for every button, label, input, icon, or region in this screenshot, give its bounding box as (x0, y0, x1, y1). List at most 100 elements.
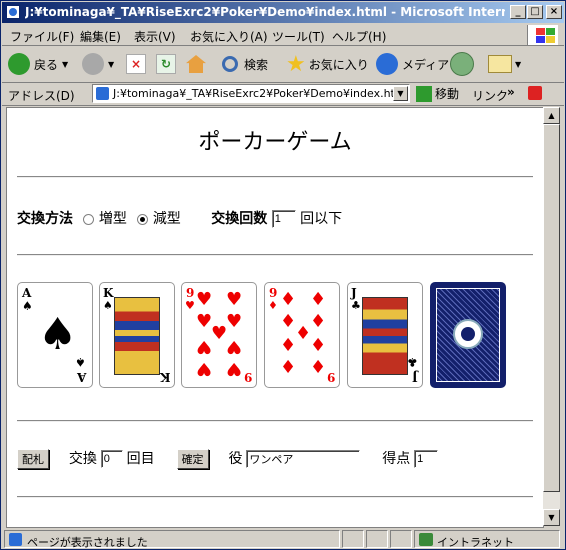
menu-help[interactable]: ヘルプ(H) (332, 28, 386, 45)
scroll-up-icon[interactable]: ▲ (543, 107, 560, 124)
card-rank: J (412, 370, 418, 384)
maximize-button[interactable]: □ (527, 5, 543, 19)
club-icon: ♣ (407, 355, 418, 369)
back-arrow-icon (8, 53, 30, 75)
card-3[interactable]: 9 ♥ ♥ ♥ ♥ ♥ ♥ ♥ ♥ ♥ ♥ 9 (181, 282, 257, 388)
exchange-label: 交換 (68, 450, 97, 466)
status-bar: ページが表示されました イントラネット (2, 528, 564, 550)
intranet-icon (419, 533, 433, 546)
home-button[interactable] (186, 50, 206, 78)
menu-favorites[interactable]: お気に入り(A) (190, 28, 268, 45)
spade-icon: ♠ (38, 309, 78, 360)
card-rank: 9 (326, 370, 335, 384)
card-6-back[interactable] (430, 282, 506, 388)
menu-bar: ファイル(F) 編集(E) 表示(V) お気に入り(A) ツール(T) ヘルプ(… (2, 24, 564, 46)
window-title: J:¥tominaga¥_TA¥RiseExrc2¥Poker¥Demo¥ind… (25, 5, 505, 19)
vertical-scrollbar[interactable]: ▲ ▼ (543, 107, 560, 526)
address-bar: アドレス(D) J:¥tominaga¥_TA¥RiseExrc2¥Poker¥… (2, 83, 564, 106)
links-button[interactable]: リンク (472, 87, 508, 104)
card-rank: K (103, 286, 114, 300)
star-icon: ★ (286, 51, 306, 77)
card-1[interactable]: A ♠ ♠ ♠ A (17, 282, 93, 388)
deal-button[interactable]: 配札 (17, 449, 49, 470)
chevron-down-icon: ▼ (108, 59, 115, 69)
confirm-button[interactable]: 確定 (176, 449, 209, 470)
home-icon (186, 55, 206, 73)
card-rank: 9 (243, 370, 252, 384)
score-input[interactable] (414, 450, 439, 469)
forward-arrow-icon (82, 53, 104, 75)
option-decrease-label: 減型 (152, 211, 181, 227)
history-button[interactable] (450, 50, 478, 78)
mail-button[interactable]: ▼ (488, 50, 521, 78)
close-button[interactable]: × (546, 5, 562, 19)
menu-file[interactable]: ファイル(F) (10, 28, 74, 45)
score-label: 得点 (382, 450, 411, 466)
chevron-down-icon: ▼ (515, 59, 522, 69)
page-done-icon (9, 533, 22, 546)
title-bar: J:¥tominaga¥_TA¥RiseExrc2¥Poker¥Demo¥ind… (2, 2, 564, 23)
king-face-icon (114, 297, 160, 375)
refresh-button[interactable]: ↻ (156, 50, 176, 78)
heart-icon: ♥ (185, 299, 195, 312)
radio-decrease[interactable] (137, 213, 149, 225)
hand-input[interactable] (246, 450, 361, 469)
spade-icon: ♠ (103, 299, 113, 312)
diamond-icon: ♦ (268, 299, 278, 312)
diamond-icon: ♦ (310, 357, 327, 378)
go-button[interactable]: 移動 (416, 85, 459, 102)
menu-edit[interactable]: 編集(E) (80, 28, 121, 45)
game-controls-row: 配札 交換 回目 確定 役 得点 (17, 448, 439, 470)
menu-view[interactable]: 表示(V) (134, 28, 176, 45)
search-label: 検索 (244, 57, 269, 72)
hand-label: 役 (228, 450, 243, 466)
diamond-icon: ♦ (310, 311, 327, 332)
zone-text: イントラネット (437, 536, 514, 549)
radio-increase[interactable] (83, 213, 95, 225)
card-2[interactable]: K ♠ K (99, 282, 175, 388)
chevron-right-icon[interactable]: » (507, 85, 515, 99)
address-input[interactable]: J:¥tominaga¥_TA¥RiseExrc2¥Poker¥Demo¥ind… (92, 84, 410, 103)
minimize-button[interactable]: _ (510, 5, 526, 19)
divider (17, 420, 533, 422)
translate-icon[interactable] (528, 86, 542, 100)
heart-icon: ♥ (226, 289, 243, 310)
exchange-count-input[interactable] (271, 210, 296, 228)
card-5[interactable]: J ♣ ♣ J (347, 282, 423, 388)
favorites-label: お気に入り (308, 57, 369, 72)
card-back-emblem-icon (453, 319, 483, 349)
heart-icon: ♥ (196, 289, 213, 310)
diamond-icon: ♦ (310, 289, 327, 310)
chevron-down-icon: ▼ (62, 59, 69, 69)
back-label: 戻る (34, 57, 59, 72)
stop-button[interactable]: × (126, 50, 146, 78)
exchange-settings-row: 交換方法 増型 減型 交換回数 回以下 (17, 208, 342, 228)
card-rank: A (76, 370, 86, 384)
go-arrow-icon (416, 85, 432, 102)
page-title: ポーカーゲーム (198, 130, 352, 155)
card-rank: K (159, 370, 170, 384)
windows-logo-icon (527, 25, 558, 45)
heart-icon: ♥ (211, 323, 228, 344)
go-label: 移動 (435, 87, 460, 101)
card-4[interactable]: 9 ♦ ♦ ♦ ♦ ♦ ♦ ♦ ♦ ♦ ♦ 9 (264, 282, 340, 388)
divider (17, 254, 533, 256)
divider (17, 176, 533, 178)
scroll-thumb[interactable] (543, 124, 560, 492)
media-button[interactable]: メディア (376, 50, 449, 78)
card-rank: A (22, 286, 32, 300)
exchange-round-input[interactable] (100, 450, 123, 469)
status-main: ページが表示されました (4, 530, 340, 549)
address-dropdown-icon[interactable]: ▼ (393, 86, 408, 101)
back-button[interactable]: 戻る ▼ (8, 50, 68, 78)
exchange-count-suffix: 回以下 (300, 211, 343, 227)
forward-button[interactable]: ▼ (82, 50, 114, 78)
page-content: ポーカーゲーム 交換方法 増型 減型 交換回数 回以下 A ♠ ♠ ♠ A K … (6, 107, 544, 528)
exchange-count-label: 交換回数 (211, 211, 268, 227)
club-icon: ♣ (351, 299, 361, 312)
favorites-button[interactable]: ★ お気に入り (286, 50, 369, 78)
scroll-down-icon[interactable]: ▼ (543, 509, 560, 526)
history-icon (450, 52, 474, 76)
menu-tools[interactable]: ツール(T) (272, 28, 325, 45)
search-button[interactable]: 検索 (222, 50, 268, 78)
